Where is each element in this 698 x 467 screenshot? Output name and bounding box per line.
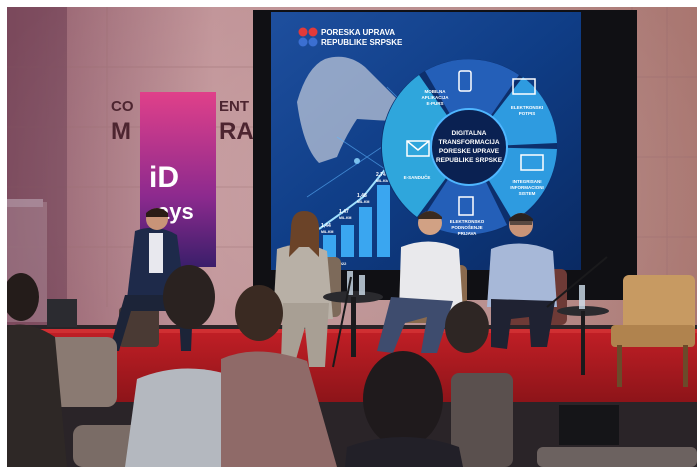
svg-text:SISTEM: SISTEM xyxy=(519,191,536,196)
bar-4 xyxy=(377,185,390,257)
svg-text:APLIKACIJA: APLIKACIJA xyxy=(421,95,449,100)
bar-4-unit: MIL.KM xyxy=(376,179,389,183)
wheel-center xyxy=(430,108,508,186)
svg-text:PODNOŠENJE: PODNOŠENJE xyxy=(451,223,482,230)
conference-panel-photo: CO ENT M RA iD ays PORESKA UPRAVA REPUBL… xyxy=(7,7,697,467)
svg-text:PORESKE UPRAVE: PORESKE UPRAVE xyxy=(439,148,500,155)
transformation-wheel: DIGITALNA TRANSFORMACIJA PORESKE UPRAVE … xyxy=(381,59,557,236)
svg-text:ELEKTRONSKO: ELEKTRONSKO xyxy=(450,219,485,224)
svg-text:ENT: ENT xyxy=(219,98,249,115)
bar-3-unit: MIL.KM xyxy=(357,200,370,204)
floor-speaker xyxy=(559,405,619,445)
bar-1-value: 1,44 xyxy=(321,223,331,229)
bar-2 xyxy=(341,225,354,257)
svg-text:DIGITALNA: DIGITALNA xyxy=(452,130,487,137)
svg-text:iD: iD xyxy=(149,161,179,194)
bar-3-value: 1,48 xyxy=(357,193,367,199)
svg-text:REPUBLIKE SRPSKE: REPUBLIKE SRPSKE xyxy=(436,157,503,164)
svg-text:ELEKTRONSKI: ELEKTRONSKI xyxy=(511,105,543,110)
bar-2-value: 1,47 xyxy=(339,209,349,215)
svg-text:E-SANDUČE: E-SANDUČE xyxy=(404,174,431,180)
bar-4-value: 2,74 xyxy=(376,172,386,178)
svg-text:E-PURS: E-PURS xyxy=(426,101,443,106)
svg-text:INFORMACIONI: INFORMACIONI xyxy=(510,185,544,190)
bar-3 xyxy=(359,207,372,257)
svg-text:CO: CO xyxy=(111,98,134,115)
svg-text:RA: RA xyxy=(219,118,254,145)
svg-text:TRANSFORMACIJA: TRANSFORMACIJA xyxy=(438,139,499,146)
svg-text:MOBILNA: MOBILNA xyxy=(425,89,447,94)
floor-monitor xyxy=(47,299,77,327)
svg-text:INTEGRISANI: INTEGRISANI xyxy=(512,179,541,184)
svg-text:PRIJAVA: PRIJAVA xyxy=(458,231,478,236)
svg-text:M: M xyxy=(111,118,131,145)
svg-text:REPUBLIKE SRPSKE: REPUBLIKE SRPSKE xyxy=(321,38,403,47)
svg-text:POTPIS: POTPIS xyxy=(519,111,536,116)
bar-1-unit: MIL.KM xyxy=(321,230,334,234)
svg-text:PORESKA UPRAVA: PORESKA UPRAVA xyxy=(321,28,395,37)
bar-2-unit: MIL.KM xyxy=(339,216,352,220)
